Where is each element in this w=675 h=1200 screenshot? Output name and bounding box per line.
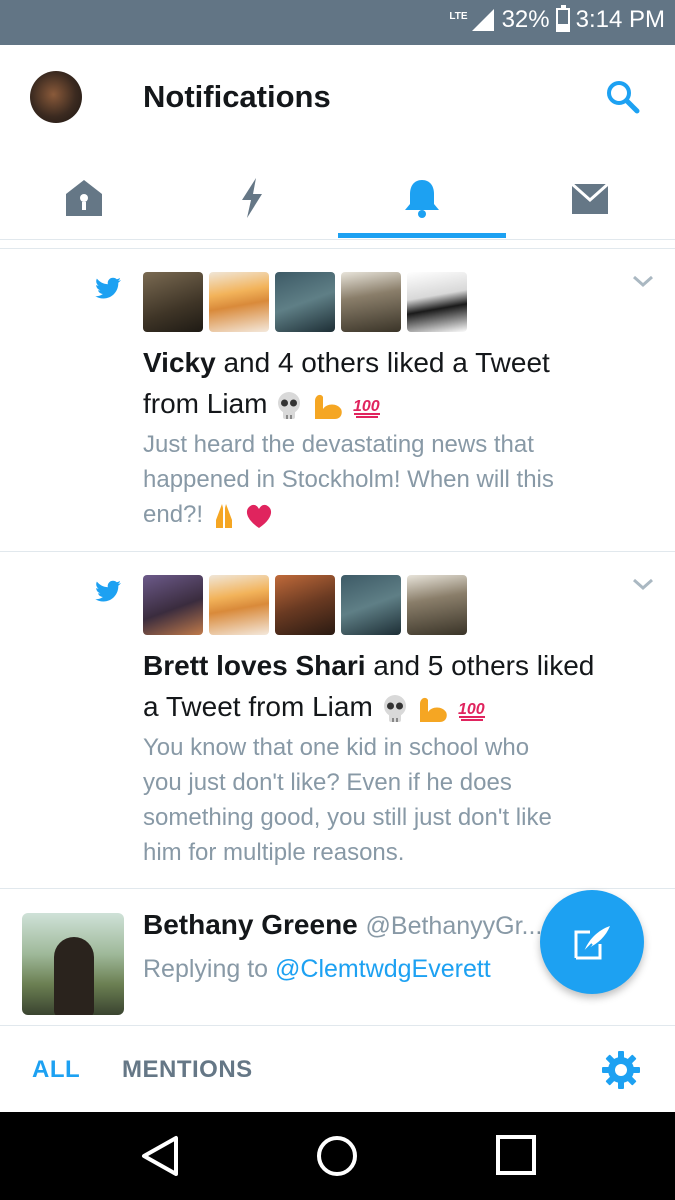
hundred-points-icon: 100: [458, 701, 486, 721]
flexed-biceps-icon: [315, 394, 342, 419]
avatar[interactable]: [275, 575, 335, 635]
svg-text:100: 100: [353, 398, 380, 415]
app-bar: Notifications: [0, 45, 675, 155]
compose-icon: [574, 926, 610, 960]
svg-text:100: 100: [458, 701, 485, 718]
tab-notifications[interactable]: [338, 155, 506, 240]
author-name[interactable]: Bethany Greene: [143, 909, 358, 940]
filter-all-tab[interactable]: ALL: [32, 1056, 80, 1084]
mention-link[interactable]: @ClemtwdgEverett: [275, 955, 491, 983]
avatar[interactable]: [209, 575, 269, 635]
tab-bar: [0, 155, 675, 240]
reply-author: Bethany Greene @BethanyyGr...: [143, 909, 543, 941]
page-title: Notifications: [143, 79, 331, 114]
flexed-biceps-icon: [420, 697, 448, 722]
active-tab-indicator: [338, 233, 506, 238]
avatar[interactable]: [275, 272, 335, 332]
avatar[interactable]: [341, 272, 401, 332]
tweet-preview[interactable]: Just heard the devastating news that hap…: [143, 427, 613, 532]
tab-home[interactable]: [0, 155, 168, 240]
author-handle: @BethanyyGr...: [365, 912, 543, 940]
system-navigation-bar: [0, 1112, 675, 1200]
notification-filter-bar: ALL MENTIONS: [0, 1025, 675, 1112]
avatar[interactable]: [341, 575, 401, 635]
skull-emoji-icon: [383, 694, 406, 722]
search-icon[interactable]: [605, 79, 641, 115]
actor-name[interactable]: Brett loves Shari: [143, 650, 366, 681]
gear-icon[interactable]: [601, 1050, 641, 1090]
profile-avatar[interactable]: [30, 71, 82, 123]
filter-mentions-tab[interactable]: MENTIONS: [122, 1056, 253, 1084]
chevron-down-icon[interactable]: [631, 576, 655, 592]
skull-emoji-icon: [278, 391, 301, 419]
battery-icon: [555, 5, 570, 32]
battery-percent: 32%: [501, 6, 550, 33]
avatar[interactable]: [22, 913, 124, 1015]
status-bar: LTE 32% 3:14 PM: [0, 0, 675, 45]
notification-item[interactable]: Brett loves Shari and 5 others liked a T…: [0, 552, 675, 889]
heart-icon: [247, 504, 272, 528]
back-icon[interactable]: [140, 1134, 180, 1178]
notification-item[interactable]: Vicky and 4 others liked a Tweet from Li…: [0, 248, 675, 552]
avatar[interactable]: [209, 272, 269, 332]
recent-apps-icon[interactable]: [495, 1134, 537, 1176]
network-type: LTE: [449, 10, 468, 22]
liker-avatars: [143, 575, 467, 635]
envelope-icon: [571, 182, 609, 214]
home-icon: [66, 179, 102, 216]
tweet-preview[interactable]: You know that one kid in school who you …: [143, 730, 613, 870]
avatar[interactable]: [407, 575, 467, 635]
home-button-icon[interactable]: [315, 1134, 359, 1178]
bell-icon: [405, 179, 439, 218]
chevron-down-icon[interactable]: [631, 273, 655, 289]
avatar[interactable]: [143, 575, 203, 635]
notification-text: Vicky and 4 others liked a Tweet from Li…: [143, 347, 550, 419]
actor-name[interactable]: Vicky: [143, 347, 216, 378]
liker-avatars: [143, 272, 467, 332]
compose-tweet-button[interactable]: [540, 890, 644, 994]
twitter-bird-icon: [95, 580, 121, 602]
tab-messages[interactable]: [506, 155, 674, 240]
replying-to: Replying to @ClemtwdgEverett: [143, 955, 491, 983]
folded-hands-icon: [215, 503, 232, 528]
lightning-icon: [242, 177, 262, 218]
twitter-bird-icon: [95, 277, 121, 299]
tab-moments[interactable]: [168, 155, 336, 240]
hundred-points-icon: 100: [353, 398, 380, 418]
avatar[interactable]: [143, 272, 203, 332]
signal-icon: [471, 9, 494, 31]
notification-text: Brett loves Shari and 5 others liked a T…: [143, 650, 595, 722]
avatar[interactable]: [407, 272, 467, 332]
clock: 3:14 PM: [575, 6, 665, 33]
